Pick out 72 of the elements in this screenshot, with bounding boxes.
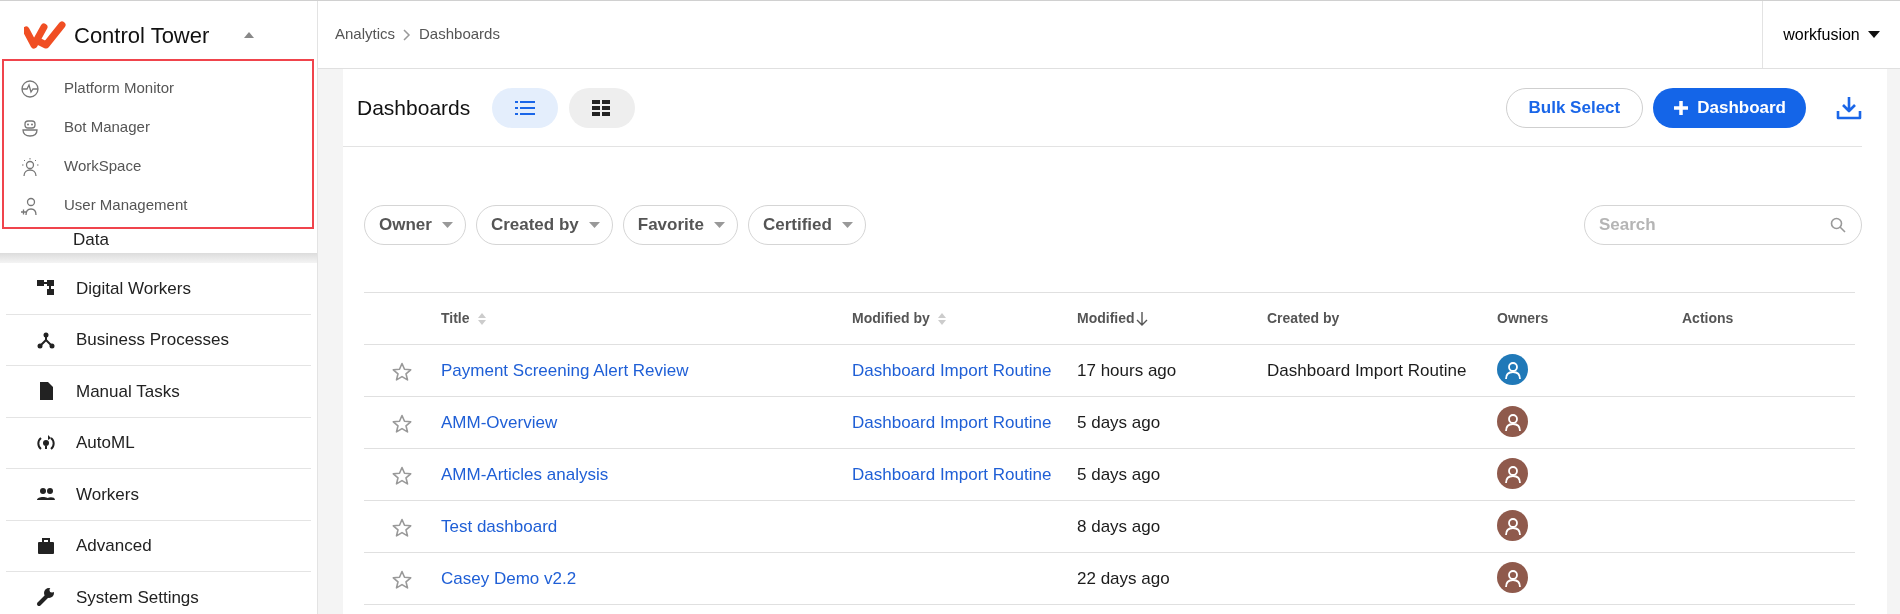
bulk-select-button[interactable]: Bulk Select xyxy=(1505,87,1644,128)
sidebar-item[interactable]: System Settings xyxy=(6,572,311,614)
table-cell: 17 hours ago xyxy=(1077,360,1177,380)
table-cell: 5 days ago xyxy=(1077,412,1161,432)
filter-dropdown[interactable]: Created by xyxy=(475,205,613,245)
download-icon xyxy=(1836,94,1862,121)
caret-down-icon xyxy=(841,222,853,228)
caret-down-icon xyxy=(713,222,725,228)
user-link[interactable]: Dashboard Import Routine xyxy=(852,464,1052,484)
filter-dropdown[interactable]: Certified xyxy=(747,205,866,245)
column-header: Created by xyxy=(1267,309,1340,328)
star-icon[interactable] xyxy=(392,569,412,589)
menu-item[interactable]: Platform Monitor xyxy=(4,69,312,108)
caret-down-icon xyxy=(441,222,453,228)
filter-dropdown[interactable]: Owner xyxy=(364,205,466,245)
dashboard-link[interactable]: Test dashboard xyxy=(441,516,558,536)
column-header[interactable]: Modified by xyxy=(852,308,946,329)
app-title: Control Tower xyxy=(74,21,210,50)
cycle-icon xyxy=(36,432,56,453)
wrench-icon xyxy=(36,587,56,608)
sidebar-item[interactable]: Digital Workers xyxy=(6,263,311,315)
sidebar-item[interactable]: Business Processes xyxy=(6,314,311,366)
star-icon[interactable] xyxy=(392,465,412,485)
view-toggle[interactable] xyxy=(492,87,559,128)
add-dashboard-button[interactable]: Dashboard xyxy=(1653,87,1806,128)
caret-down-icon xyxy=(1867,31,1880,38)
caret-down-icon xyxy=(588,222,600,228)
table-cell: 5 days ago xyxy=(1077,464,1161,484)
star-icon[interactable] xyxy=(392,517,412,537)
list-icon xyxy=(515,99,536,116)
person-icon xyxy=(20,156,40,177)
dashboard-link[interactable]: AMM-Articles analysis xyxy=(441,464,609,484)
sidebar-item[interactable]: Data xyxy=(73,226,109,252)
sidebar-item[interactable]: AutoML xyxy=(6,417,311,469)
view-toggle[interactable] xyxy=(569,87,636,128)
menu-item[interactable]: WorkSpace xyxy=(4,147,312,186)
star-icon[interactable] xyxy=(392,361,412,381)
briefcase-icon xyxy=(36,535,56,556)
column-header: Actions xyxy=(1682,309,1734,328)
table-cell: Dashboard Import Routine xyxy=(1267,360,1467,380)
breadcrumb-link[interactable]: Dashboards xyxy=(419,23,500,46)
column-header: Owners xyxy=(1497,309,1549,328)
download-button[interactable] xyxy=(1836,94,1862,121)
menu-item[interactable]: Bot Manager xyxy=(4,108,312,147)
page-title: Dashboards xyxy=(357,94,471,121)
star-icon[interactable] xyxy=(392,413,412,433)
column-header[interactable]: Modified xyxy=(1077,308,1148,329)
user-menu[interactable]: workfusion xyxy=(1783,22,1880,47)
search-icon xyxy=(1830,217,1846,233)
robot-icon xyxy=(20,117,40,138)
dashboard-link[interactable]: AMM-Overview xyxy=(441,412,558,432)
dashboard-link[interactable]: Payment Screening Alert Review xyxy=(441,360,689,380)
table-cell: 8 days ago xyxy=(1077,516,1161,536)
logo-icon xyxy=(24,21,66,49)
sidebar-item[interactable]: Advanced xyxy=(6,520,311,572)
user-link[interactable]: Dashboard Import Routine xyxy=(852,412,1052,432)
chevron-right-icon xyxy=(403,28,412,41)
sidebar-item[interactable]: Workers xyxy=(6,469,311,521)
sidebar-item[interactable]: Manual Tasks xyxy=(6,366,311,418)
grid-icon xyxy=(592,99,613,116)
caret-up-icon[interactable] xyxy=(243,31,256,39)
filter-dropdown[interactable]: Favorite xyxy=(622,205,738,245)
pulse-icon xyxy=(20,78,40,99)
breadcrumb-link[interactable]: Analytics xyxy=(335,23,396,46)
plus-icon xyxy=(1673,99,1690,116)
dashboard-link[interactable]: Casey Demo v2.2 xyxy=(441,568,577,588)
menu-item[interactable]: User Management xyxy=(4,186,312,225)
user-link[interactable]: Dashboard Import Routine xyxy=(852,360,1052,380)
add-user-icon xyxy=(20,195,40,216)
table-cell: 22 days ago xyxy=(1077,568,1170,588)
column-header[interactable]: Title xyxy=(441,308,486,329)
search-field[interactable]: Search xyxy=(1584,205,1862,245)
